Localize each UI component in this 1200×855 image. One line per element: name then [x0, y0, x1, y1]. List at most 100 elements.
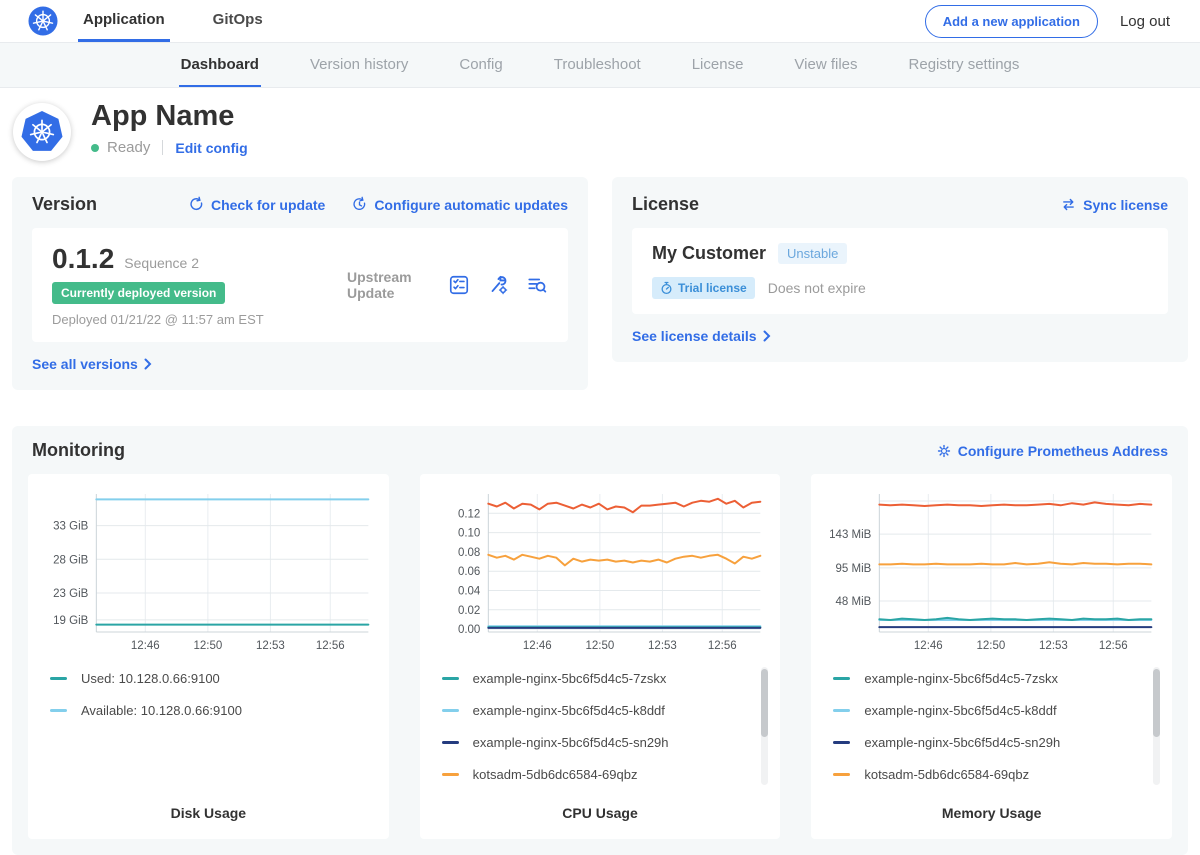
svg-text:0.08: 0.08 — [458, 547, 480, 559]
subnav-tab-troubleshoot[interactable]: Troubleshoot — [552, 43, 643, 87]
monitoring-title: Monitoring — [32, 440, 125, 461]
logout-link[interactable]: Log out — [1120, 13, 1170, 30]
legend-dash-icon — [833, 741, 850, 744]
svg-text:12:50: 12:50 — [193, 640, 222, 652]
legend-scrollbar-thumb[interactable] — [1153, 669, 1160, 737]
svg-text:143 MiB: 143 MiB — [829, 529, 872, 541]
cpu-usage-plot: 12:4612:5012:5312:560.120.100.080.060.04… — [432, 484, 769, 659]
topnav-tabs: Application GitOps — [78, 0, 306, 42]
svg-text:12:46: 12:46 — [131, 640, 160, 652]
trial-license-badge: Trial license — [652, 277, 755, 299]
legend-label: Available: 10.128.0.66:9100 — [81, 703, 242, 718]
see-all-versions-link[interactable]: See all versions — [32, 356, 152, 372]
deploy-logs-icon[interactable] — [526, 274, 548, 296]
chart-title-disk-usage: Disk Usage — [40, 805, 377, 821]
subnav-tab-license[interactable]: License — [690, 43, 746, 87]
legend-label: Used: 10.128.0.66:9100 — [81, 671, 220, 686]
customer-name: My Customer — [652, 243, 766, 264]
legend-label: example-nginx-5bc6f5d4c5-7zskx — [864, 671, 1058, 686]
subnav-tab-dashboard[interactable]: Dashboard — [179, 43, 261, 87]
deployed-timestamp: Deployed 01/21/22 @ 11:57 am EST — [52, 312, 347, 327]
svg-text:12:53: 12:53 — [648, 640, 677, 652]
legend-dash-icon — [442, 773, 459, 776]
gear-icon — [936, 443, 952, 459]
svg-text:12:56: 12:56 — [316, 640, 345, 652]
tab-gitops[interactable]: GitOps — [208, 0, 268, 42]
chart-card-memory-usage: 12:4612:5012:5312:56143 MiB95 MiB48 MiBe… — [811, 474, 1172, 839]
memory-usage-legend: example-nginx-5bc6f5d4c5-7zskx example-ng… — [823, 659, 1160, 799]
see-all-versions-label: See all versions — [32, 356, 138, 372]
svg-text:12:53: 12:53 — [256, 640, 285, 652]
kubernetes-logo-icon[interactable] — [28, 0, 58, 42]
legend-dash-icon — [442, 741, 459, 744]
svg-text:28 GiB: 28 GiB — [53, 554, 88, 566]
svg-text:0.06: 0.06 — [458, 566, 480, 578]
legend-item: kotsadm-5db6dc6584-69qbz — [833, 767, 1146, 782]
refresh-icon — [188, 196, 205, 213]
subnav-tab-config[interactable]: Config — [457, 43, 504, 87]
legend-dash-icon — [833, 773, 850, 776]
legend-dash-icon — [442, 677, 459, 680]
trial-license-label: Trial license — [678, 281, 747, 295]
license-expiry: Does not expire — [768, 280, 866, 296]
subnav-tab-registry-settings[interactable]: Registry settings — [907, 43, 1022, 87]
channel-badge: Unstable — [778, 243, 847, 264]
tab-gitops-label: GitOps — [213, 11, 263, 28]
legend-label: kotsadm-5db6dc6584-69qbz — [473, 767, 638, 782]
configure-prometheus-link[interactable]: Configure Prometheus Address — [936, 443, 1168, 459]
divider — [162, 140, 163, 155]
version-panel-title: Version — [32, 194, 97, 215]
status-text: Ready — [107, 139, 150, 156]
cpu-usage-legend: example-nginx-5bc6f5d4c5-7zskx example-ng… — [432, 659, 769, 799]
svg-text:0.10: 0.10 — [458, 528, 480, 540]
disk-usage-plot: 12:46 12:50 12:53 12:56 33 GiB 28 GiB 23 GiB 19… — [40, 484, 377, 659]
chart-title-memory-usage: Memory Usage — [823, 805, 1160, 821]
legend-label: example-nginx-5bc6f5d4c5-k8ddf — [864, 703, 1056, 718]
charts-grid: 12:46 12:50 12:53 12:56 33 GiB 28 GiB 23 GiB 19… — [28, 474, 1172, 839]
upstream-update-label: Upstream Update — [347, 269, 448, 301]
preflight-checks-icon[interactable] — [448, 274, 470, 296]
subnav-tab-version-history[interactable]: Version history — [308, 43, 410, 87]
edit-config-link[interactable]: Edit config — [175, 140, 247, 156]
license-panel: License Sync license My Customer Unstabl… — [612, 177, 1188, 362]
configure-prometheus-label: Configure Prometheus Address — [958, 443, 1168, 459]
schedule-update-icon — [351, 196, 368, 213]
legend-item: kotsadm-5db6dc6584-69qbz — [442, 767, 755, 782]
subnav-tab-view-files[interactable]: View files — [792, 43, 859, 87]
svg-text:23 GiB: 23 GiB — [53, 588, 88, 600]
legend-dash-icon — [50, 677, 67, 680]
legend-label: example-nginx-5bc6f5d4c5-7zskx — [473, 671, 667, 686]
add-application-button[interactable]: Add a new application — [925, 5, 1098, 38]
svg-text:12:46: 12:46 — [523, 640, 552, 652]
chevron-right-icon — [144, 358, 152, 370]
legend-label: example-nginx-5bc6f5d4c5-sn29h — [473, 735, 669, 750]
legend-item: example-nginx-5bc6f5d4c5-sn29h — [833, 735, 1146, 750]
license-panel-title: License — [632, 194, 699, 215]
app-header: App Name Ready Edit config — [0, 88, 1200, 177]
version-number: 0.1.2 — [52, 243, 114, 275]
kubernetes-heptagon-icon — [19, 109, 65, 155]
see-license-details-link[interactable]: See license details — [632, 328, 771, 344]
legend-label: kotsadm-5db6dc6584-69qbz — [864, 767, 1029, 782]
status-dot — [91, 144, 99, 152]
chart-title-cpu-usage: CPU Usage — [432, 805, 769, 821]
legend-dash-icon — [50, 709, 67, 712]
check-for-update-label: Check for update — [211, 197, 325, 213]
svg-text:0.04: 0.04 — [458, 586, 481, 598]
svg-text:19 GiB: 19 GiB — [53, 615, 88, 627]
config-wrench-icon[interactable] — [487, 274, 509, 296]
legend-item: example-nginx-5bc6f5d4c5-7zskx — [833, 671, 1146, 686]
sync-license-link[interactable]: Sync license — [1060, 196, 1168, 213]
version-sequence: Sequence 2 — [124, 255, 199, 271]
svg-text:33 GiB: 33 GiB — [53, 521, 88, 533]
page-title: App Name — [91, 101, 248, 131]
legend-label: example-nginx-5bc6f5d4c5-k8ddf — [473, 703, 665, 718]
legend-item: example-nginx-5bc6f5d4c5-k8ddf — [442, 703, 755, 718]
svg-text:0.12: 0.12 — [458, 508, 480, 520]
currently-deployed-badge: Currently deployed version — [52, 282, 225, 304]
configure-automatic-updates-link[interactable]: Configure automatic updates — [351, 196, 568, 213]
check-for-update-link[interactable]: Check for update — [188, 196, 325, 213]
legend-scrollbar-thumb[interactable] — [761, 669, 768, 737]
tab-application[interactable]: Application — [78, 0, 170, 42]
svg-text:12:53: 12:53 — [1039, 640, 1068, 652]
